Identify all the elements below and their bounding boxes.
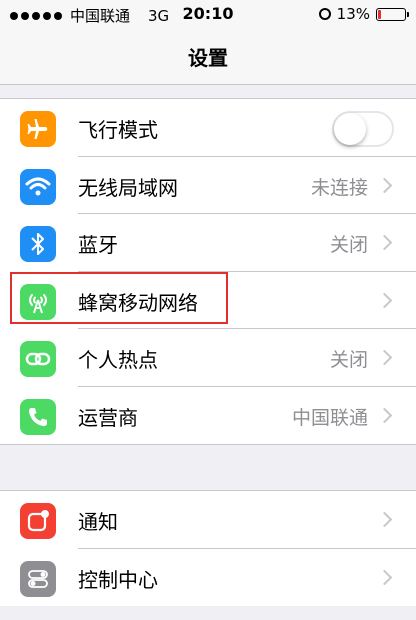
settings-row-wlan[interactable]: 无线局域网 未连接 (0, 157, 416, 214)
wifi-icon (20, 168, 56, 205)
cellular-highlight-box (10, 272, 228, 324)
settings-row-personal-hotspot[interactable]: 个人热点 关闭 (0, 329, 416, 387)
chevron-right-icon (376, 292, 393, 308)
battery-level (378, 9, 381, 19)
status-bar: 中国联通 3G 20:10 13% (0, 0, 416, 28)
bluetooth-icon (20, 226, 56, 262)
hotspot-label: 个人热点 (78, 348, 158, 372)
status-right: 13% (318, 5, 409, 23)
chevron-right-icon (376, 511, 393, 528)
hotspot-status: 关闭 (329, 349, 368, 371)
chevron-right-icon (376, 569, 393, 585)
battery-percent: 13% (336, 5, 370, 23)
bluetooth-label: 蓝牙 (78, 233, 118, 257)
chevron-right-icon (376, 349, 393, 366)
navigation-bar: 设置 (0, 28, 416, 85)
battery-icon (376, 7, 409, 21)
control-center-label: 控制中心 (78, 567, 158, 592)
toggle-knob (334, 113, 366, 145)
settings-row-bluetooth[interactable]: 蓝牙 关闭 (0, 214, 416, 272)
wlan-status: 未连接 (310, 176, 368, 199)
notifications-label: 通知 (78, 510, 118, 534)
hotspot-icon (20, 341, 56, 377)
airplane-mode-label: 飞行模式 (78, 118, 158, 142)
chevron-right-icon (376, 234, 393, 251)
carrier-value: 中国联通 (291, 406, 368, 429)
settings-row-carrier[interactable]: 运营商 中国联通 (0, 387, 416, 445)
control-center-icon (20, 560, 56, 597)
settings-row-notifications[interactable]: 通知 (0, 491, 416, 549)
settings-row-airplane-mode[interactable]: 飞行模式 (0, 99, 416, 157)
alarm-icon (318, 8, 331, 20)
carrier-label: 运营商 (78, 405, 138, 430)
airplane-mode-toggle[interactable] (332, 111, 394, 147)
page-title: 设置 (188, 46, 228, 70)
notifications-icon (20, 503, 56, 539)
chevron-right-icon (376, 177, 393, 193)
settings-row-control-center[interactable]: 控制中心 (0, 549, 416, 607)
settings-group-system: 通知 控制中心 (0, 490, 416, 606)
phone-icon (20, 398, 56, 435)
wlan-label: 无线局域网 (78, 175, 178, 200)
bluetooth-status: 关闭 (329, 234, 368, 256)
airplane-icon (20, 111, 56, 147)
chevron-right-icon (376, 407, 393, 423)
